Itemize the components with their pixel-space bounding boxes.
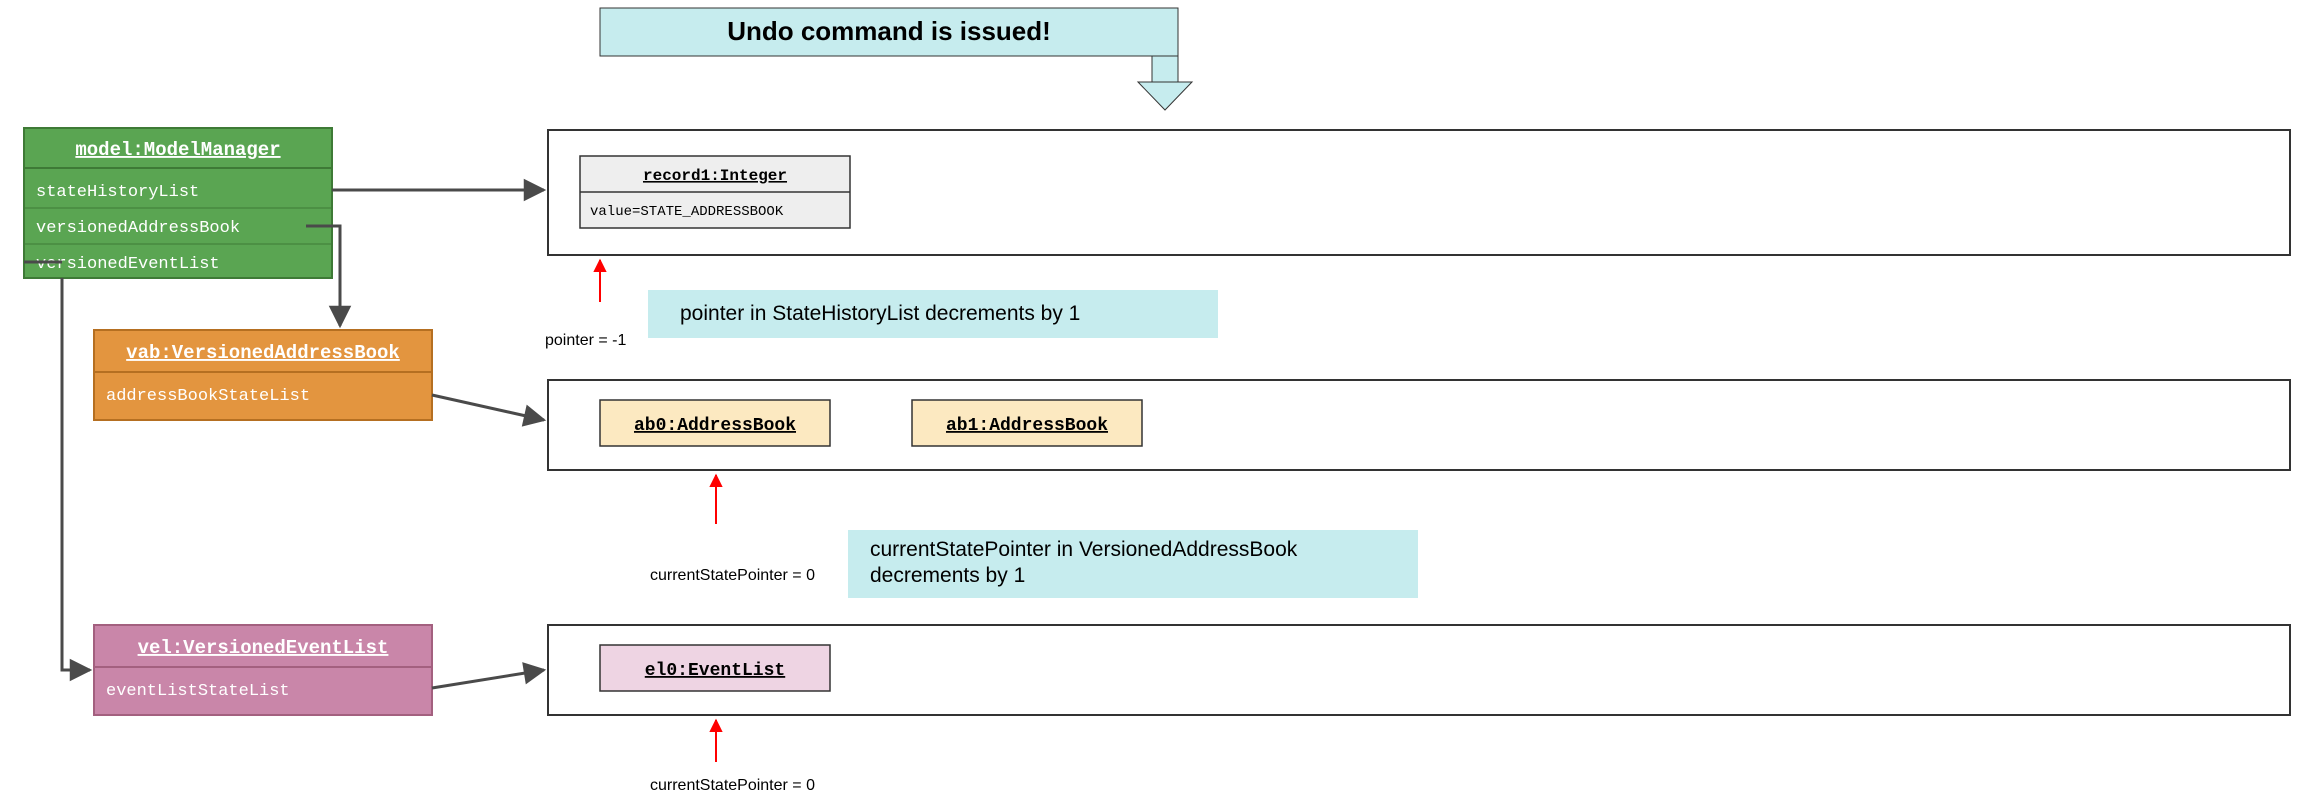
arrow-vel-down (62, 278, 90, 670)
event-list-state-container: el0:EventList (548, 625, 2290, 715)
ab0-object: ab0:AddressBook (600, 400, 830, 446)
el0-title: el0:EventList (645, 661, 785, 681)
callout-shl: pointer in StateHistoryList decrements b… (648, 290, 1218, 338)
arrow-absl (432, 395, 544, 420)
el0-object: el0:EventList (600, 645, 830, 691)
model-attr-1: versionedAddressBook (36, 219, 240, 238)
callout-vab: currentStatePointer in VersionedAddressB… (848, 530, 1418, 598)
pointer-shl-label: pointer = -1 (545, 332, 626, 349)
vab-title: vab:VersionedAddressBook (126, 342, 400, 364)
arrow-elsl (432, 670, 544, 688)
vel-attr-0: eventListStateList (106, 682, 290, 701)
banner-text: Undo command is issued! (727, 16, 1051, 46)
pointer-shl: pointer = -1 (545, 260, 626, 349)
versioned-event-list-object: vel:VersionedEventList eventListStateLis… (94, 625, 432, 715)
model-attr-0: stateHistoryList (36, 183, 199, 202)
ab1-title: ab1:AddressBook (946, 416, 1108, 436)
model-manager-object: model:ModelManager stateHistoryList vers… (24, 128, 332, 278)
record-object: record1:Integer value=STATE_ADDRESSBOOK (580, 156, 850, 228)
banner: Undo command is issued! (600, 8, 1192, 110)
record-title: record1:Integer (643, 167, 787, 185)
vel-title: vel:VersionedEventList (138, 637, 389, 659)
pointer-el: currentStatePointer = 0 (650, 720, 815, 794)
callout-vab-text-l1: currentStatePointer in VersionedAddressB… (870, 538, 1298, 561)
record-value: value=STATE_ADDRESSBOOK (590, 204, 784, 220)
pointer-ab: currentStatePointer = 0 (650, 475, 815, 584)
ab0-title: ab0:AddressBook (634, 416, 796, 436)
model-title: model:ModelManager (75, 139, 280, 161)
pointer-el-label: currentStatePointer = 0 (650, 777, 815, 794)
model-attr-2: versionedEventList (36, 255, 220, 274)
pointer-ab-label: currentStatePointer = 0 (650, 567, 815, 584)
callout-shl-text: pointer in StateHistoryList decrements b… (680, 302, 1080, 325)
vab-attr-0: addressBookStateList (106, 387, 310, 406)
ab1-object: ab1:AddressBook (912, 400, 1142, 446)
address-book-state-container: ab0:AddressBook ab1:AddressBook (548, 380, 2290, 470)
state-history-container: record1:Integer value=STATE_ADDRESSBOOK (548, 130, 2290, 255)
callout-vab-text-l2: decrements by 1 (870, 564, 1025, 587)
versioned-address-book-object: vab:VersionedAddressBook addressBookStat… (94, 330, 432, 420)
